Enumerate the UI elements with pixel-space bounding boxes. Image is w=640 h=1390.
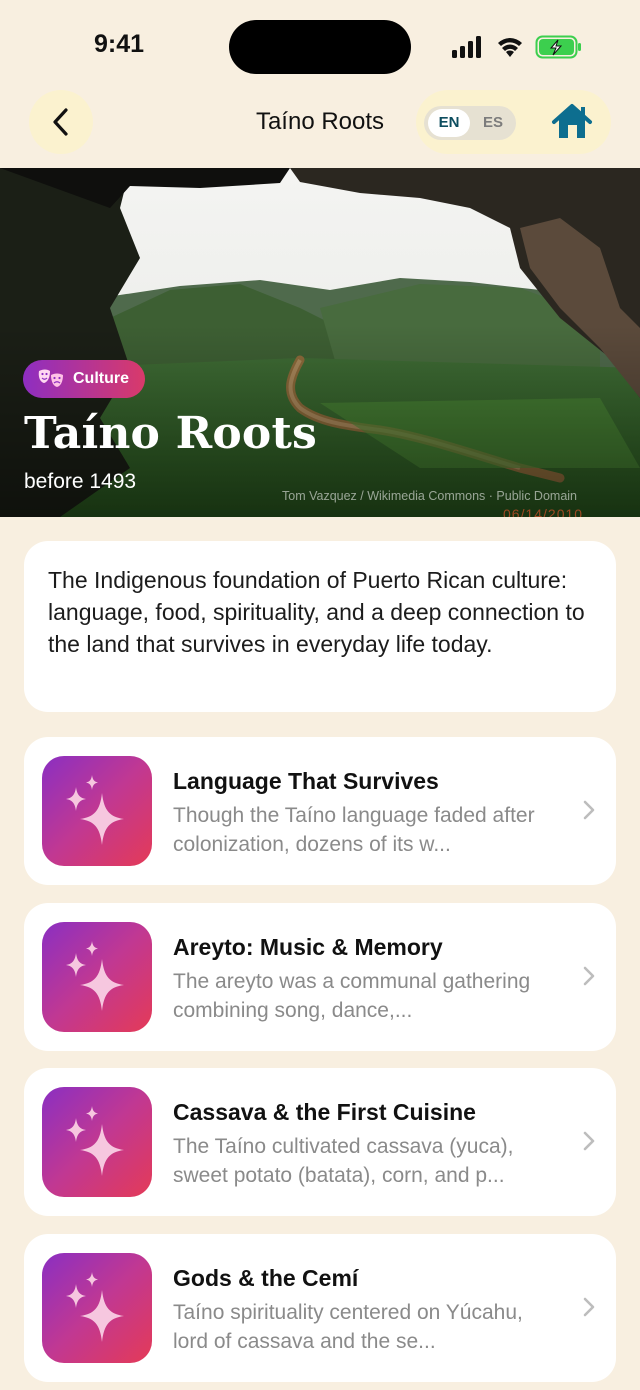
theater-masks-icon	[38, 369, 63, 387]
story-description: The areyto was a communal gathering comb…	[173, 970, 531, 1022]
chevron-right-icon	[583, 1131, 595, 1151]
intro-card: The Indigenous foundation of Puerto Rica…	[24, 541, 616, 712]
story-title: Gods & the Cemí	[173, 1265, 359, 1291]
hero-title: Taíno Roots	[24, 408, 317, 459]
hero-image	[0, 168, 640, 517]
back-button[interactable]	[29, 90, 93, 154]
wifi-icon	[498, 38, 522, 57]
story-card[interactable]: Cassava & the First Cuisine The Taíno cu…	[24, 1068, 616, 1216]
category-badge: Culture	[23, 360, 145, 398]
story-title: Language That Survives	[173, 768, 439, 794]
story-thumbnail	[42, 922, 152, 1032]
story-description: Though the Taíno language faded after co…	[173, 804, 535, 856]
badge-label: Culture	[73, 370, 129, 387]
chevron-right-icon	[583, 1297, 595, 1317]
story-thumbnail	[42, 756, 152, 866]
status-time: 9:41	[94, 30, 145, 58]
chevron-left-icon	[53, 108, 68, 136]
story-card[interactable]: Gods & the Cemí Taíno spirituality cente…	[24, 1234, 616, 1382]
hero-date: before 1493	[24, 470, 137, 493]
nav-actions: EN ES	[416, 90, 611, 154]
chevron-right-icon	[583, 800, 595, 820]
story-thumbnail	[42, 1087, 152, 1197]
dynamic-island	[229, 20, 411, 74]
photo-credit: Tom Vazquez / Wikimedia Commons · Public…	[282, 489, 578, 503]
lang-es-option[interactable]: ES	[474, 109, 512, 137]
status-bar: 9:41	[0, 0, 640, 90]
photo-date-stamp: 06/14/2010	[503, 506, 584, 517]
chevron-right-icon	[583, 966, 595, 986]
story-thumbnail	[42, 1253, 152, 1363]
status-icons	[452, 35, 581, 59]
lang-en-option[interactable]: EN	[428, 109, 470, 137]
story-description: Taíno spirituality centered on Yúcahu, l…	[173, 1301, 523, 1353]
signal-icon	[452, 36, 481, 58]
home-icon	[552, 104, 592, 138]
story-card[interactable]: Areyto: Music & Memory The areyto was a …	[24, 903, 616, 1051]
story-title: Cassava & the First Cuisine	[173, 1099, 476, 1125]
hero-banner: Culture Taíno Roots before 1493 Tom Vazq…	[0, 168, 640, 517]
story-card[interactable]: Language That Survives Though the Taíno …	[24, 737, 616, 885]
language-toggle[interactable]: EN ES	[424, 106, 516, 140]
intro-text: The Indigenous foundation of Puerto Rica…	[48, 567, 585, 657]
nav-bar: Taíno Roots EN ES	[0, 88, 640, 158]
home-button[interactable]	[550, 102, 594, 142]
story-title: Areyto: Music & Memory	[173, 934, 443, 960]
sparkles-icon	[66, 775, 124, 845]
story-description: The Taíno cultivated cassava (yuca), swe…	[173, 1135, 514, 1187]
page-title: Taíno Roots	[255, 108, 385, 135]
sparkles-icon	[66, 1106, 124, 1176]
sparkles-icon	[66, 1272, 124, 1342]
sparkles-icon	[66, 941, 124, 1011]
battery-icon	[535, 35, 581, 59]
